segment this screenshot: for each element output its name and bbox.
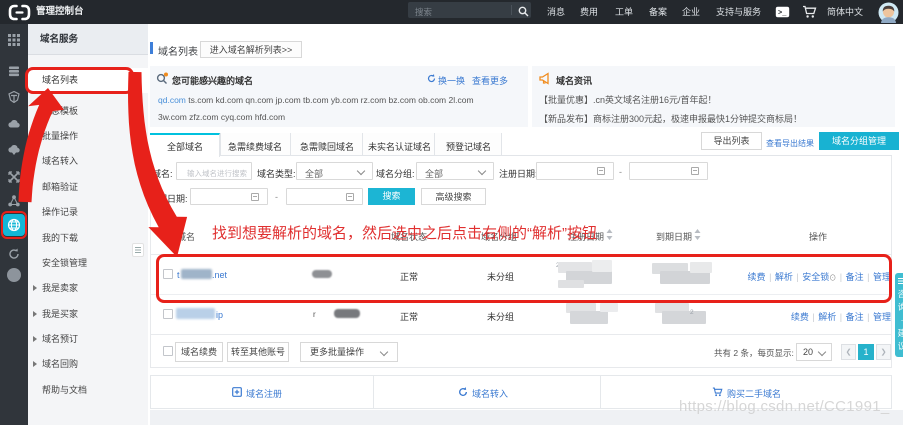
svg-text:>_: >_ (778, 10, 787, 18)
